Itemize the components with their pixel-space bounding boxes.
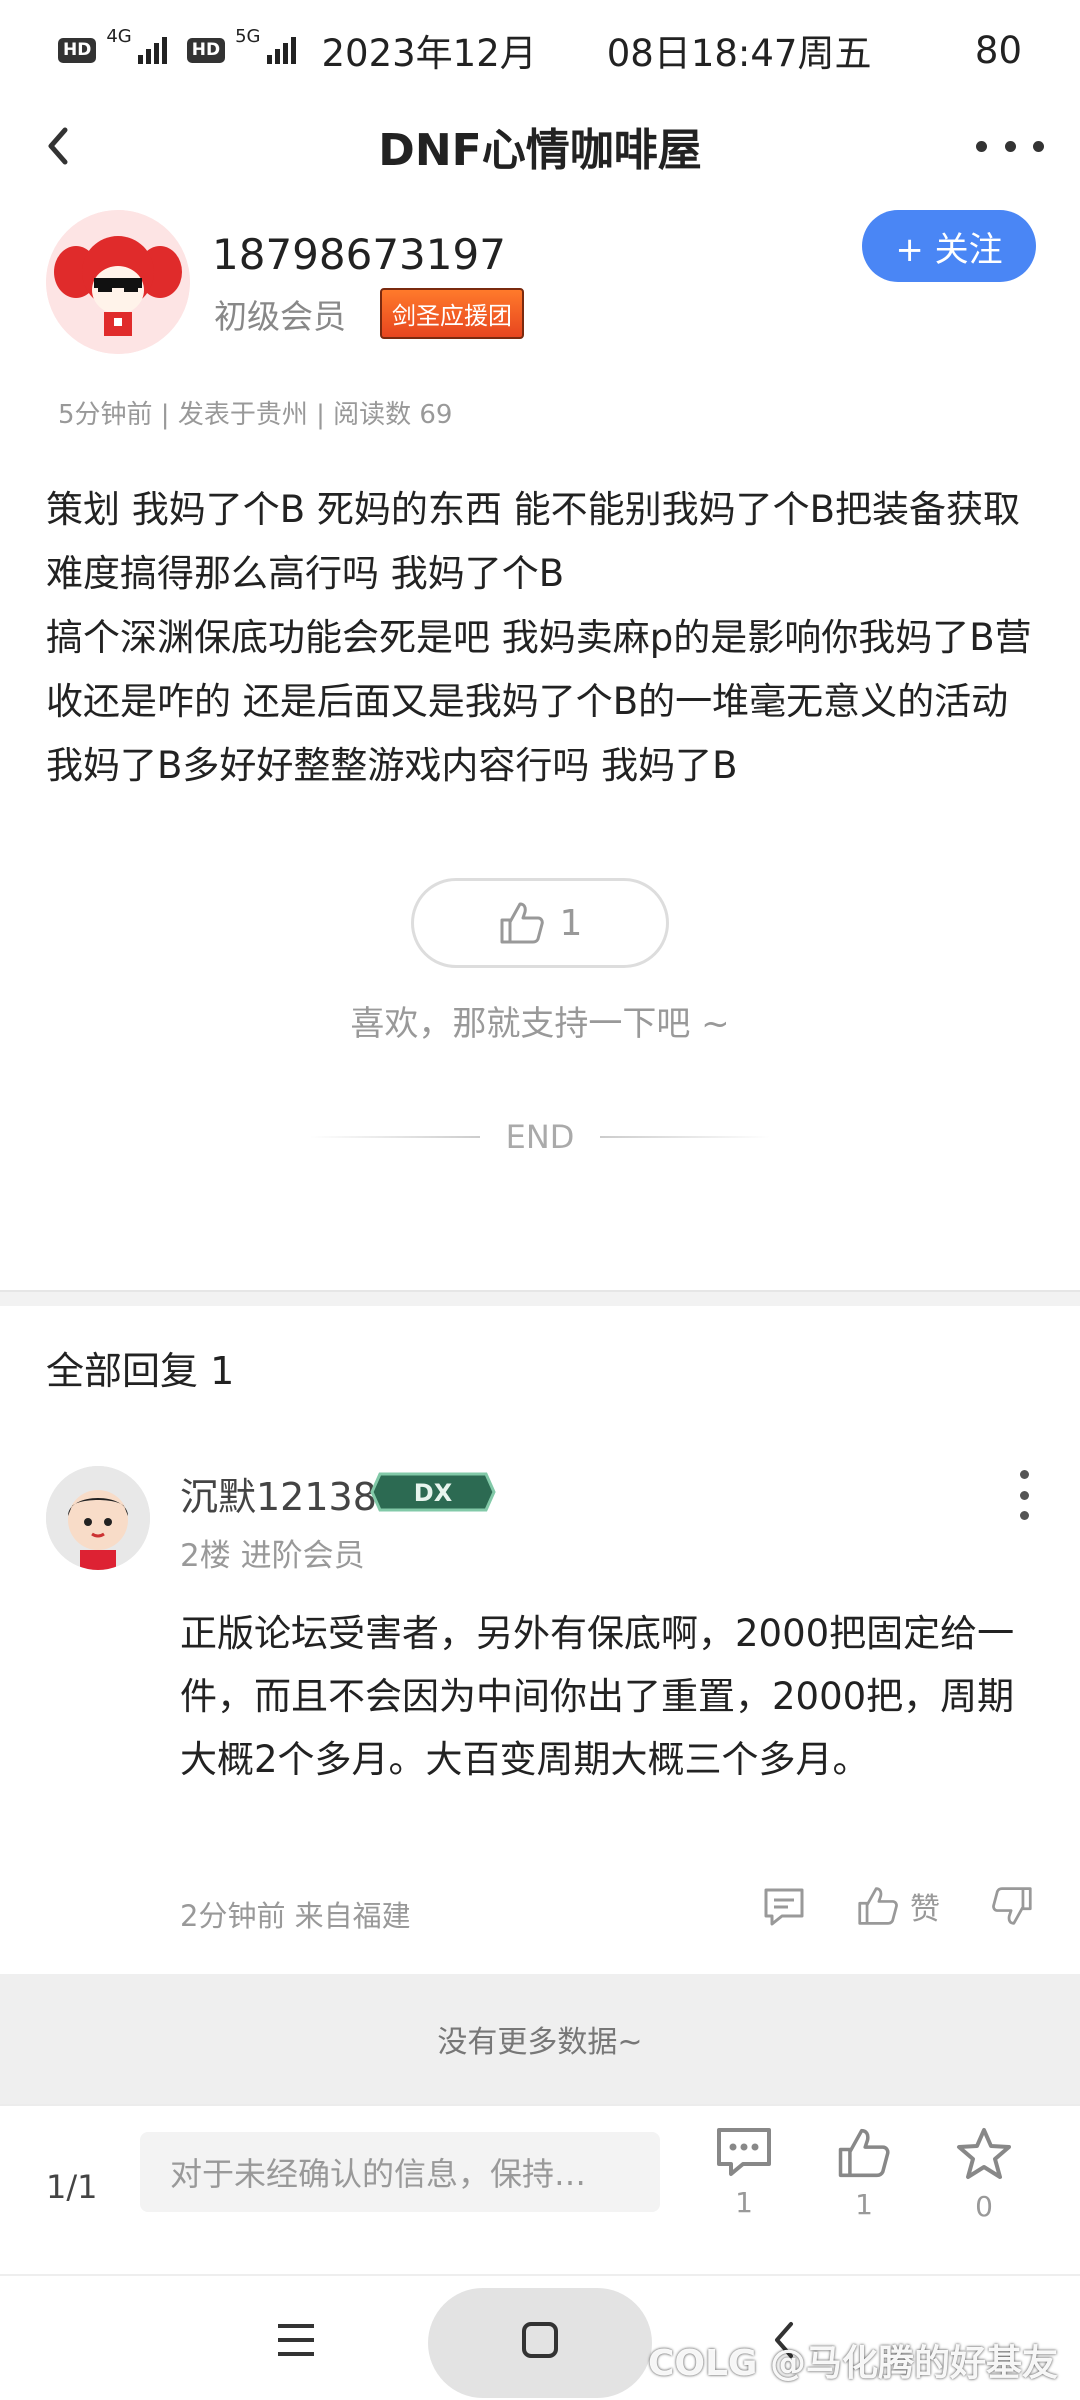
more-horizontal-icon: [976, 140, 987, 152]
like-hint: 喜欢，那就支持一下吧 ~: [350, 1004, 730, 1044]
signal-icon: [137, 36, 167, 64]
like-post-button[interactable]: 1: [824, 2126, 904, 2221]
favorite-count: 0: [975, 2190, 993, 2223]
thumbs-down-icon: [992, 1887, 1032, 1925]
more-vertical-icon: [1019, 1470, 1029, 1479]
author-level: 初级会员: [214, 297, 346, 336]
section-divider: [0, 1290, 1080, 1306]
reply-avatar-illustration: [46, 1466, 150, 1570]
reply-body: 正版论坛受害者，另外有保底啊，2000把固定给一件，而且不会因为中间你出了重置，…: [180, 1612, 1015, 1781]
status-bar: HD 4G HD 5G 2023年12月 08日18:47周五 80: [0, 0, 1080, 100]
end-label: END: [505, 1118, 575, 1156]
author-section: 18798673197 初级会员 剑圣应援团 + 关注: [46, 210, 1036, 360]
reply-actions: 赞: [762, 1884, 1034, 1928]
post-body: 策划 我妈了个B 死妈的东西 能不能别我妈了个B把装备获取难度搞得那么高行吗 我…: [46, 488, 1032, 787]
watermark: COLG @马化腾的好基友: [647, 2343, 1058, 2384]
reply-dislike-button[interactable]: [990, 1885, 1034, 1927]
home-square-icon: [522, 2322, 558, 2358]
avatar-illustration: [46, 210, 190, 354]
reply-meta: 2分钟前 来自福建: [180, 1899, 411, 1933]
like-button[interactable]: 1: [411, 878, 669, 968]
reply-like-button[interactable]: 赞: [856, 1884, 940, 1928]
comment-icon: [717, 2128, 771, 2176]
rank-badge-icon: DX: [370, 1472, 496, 1512]
thumbs-up-icon: [858, 1887, 898, 1925]
menu-icon: [278, 2324, 314, 2356]
reply-username[interactable]: 沉默12138: [180, 1466, 377, 1521]
like-count: 1: [559, 902, 583, 944]
signal-icon: [266, 36, 296, 64]
status-time: 08日18:47周五: [606, 32, 872, 75]
hd-badge: HD: [186, 37, 226, 63]
rank-badge-text: DX: [414, 1479, 453, 1507]
thumbs-up-icon: [838, 2128, 890, 2178]
more-dot: [1033, 140, 1044, 152]
more-dot: [1004, 140, 1016, 152]
star-icon: [957, 2128, 1011, 2179]
reply-like-label: 赞: [910, 1892, 940, 1927]
app-header: DNF心情咖啡屋: [0, 100, 1080, 190]
network-type-label: 4G: [106, 25, 132, 47]
reply-floor-level: 2楼 进阶会员: [180, 1538, 365, 1574]
more-dot: [1019, 1490, 1029, 1500]
comments-button[interactable]: 1: [704, 2126, 784, 2219]
end-marker: END: [0, 1118, 1080, 1156]
divider: [600, 1136, 771, 1138]
post-meta: 5分钟前 | 发表于贵州 | 阅读数 69: [58, 400, 453, 430]
comment-icon: [764, 1888, 804, 1926]
no-more-data: 没有更多数据~: [0, 1974, 1080, 2104]
page-indicator[interactable]: 1/1: [46, 2168, 98, 2206]
recent-apps-button[interactable]: [256, 2300, 336, 2380]
follow-button[interactable]: + 关注: [862, 210, 1036, 282]
network-indicators: HD 4G HD 5G: [58, 26, 296, 64]
home-button[interactable]: [500, 2300, 580, 2380]
comment-count: 1: [735, 2186, 753, 2219]
more-options-button[interactable]: [970, 118, 1050, 174]
thumbs-up-icon: [500, 902, 544, 944]
author-badge: 剑圣应援团: [380, 288, 524, 339]
page-title: DNF心情咖啡屋: [378, 125, 702, 176]
network-type-label: 5G: [235, 25, 261, 47]
status-date: 2023年12月: [321, 32, 537, 75]
comment-input[interactable]: 对于未经确认的信息，保持…: [140, 2132, 660, 2212]
like-count: 1: [855, 2188, 873, 2221]
more-dot: [1019, 1511, 1029, 1520]
reply-comment-button[interactable]: [762, 1886, 806, 1926]
bottom-action-bar: 1/1 对于未经确认的信息，保持… 1 1 0: [0, 2104, 1080, 2274]
favorite-button[interactable]: 0: [944, 2126, 1024, 2223]
divider: [309, 1136, 480, 1138]
avatar[interactable]: [46, 1466, 150, 1570]
battery-level: 80: [974, 28, 1022, 72]
replies-title: 全部回复 1: [46, 1349, 235, 1393]
author-name[interactable]: 18798673197: [212, 230, 506, 279]
hd-badge: HD: [58, 37, 97, 63]
system-nav-bar: COLG @马化腾的好基友: [0, 2274, 1080, 2400]
avatar[interactable]: [46, 210, 190, 354]
reply-more-button[interactable]: [1014, 1470, 1034, 1520]
